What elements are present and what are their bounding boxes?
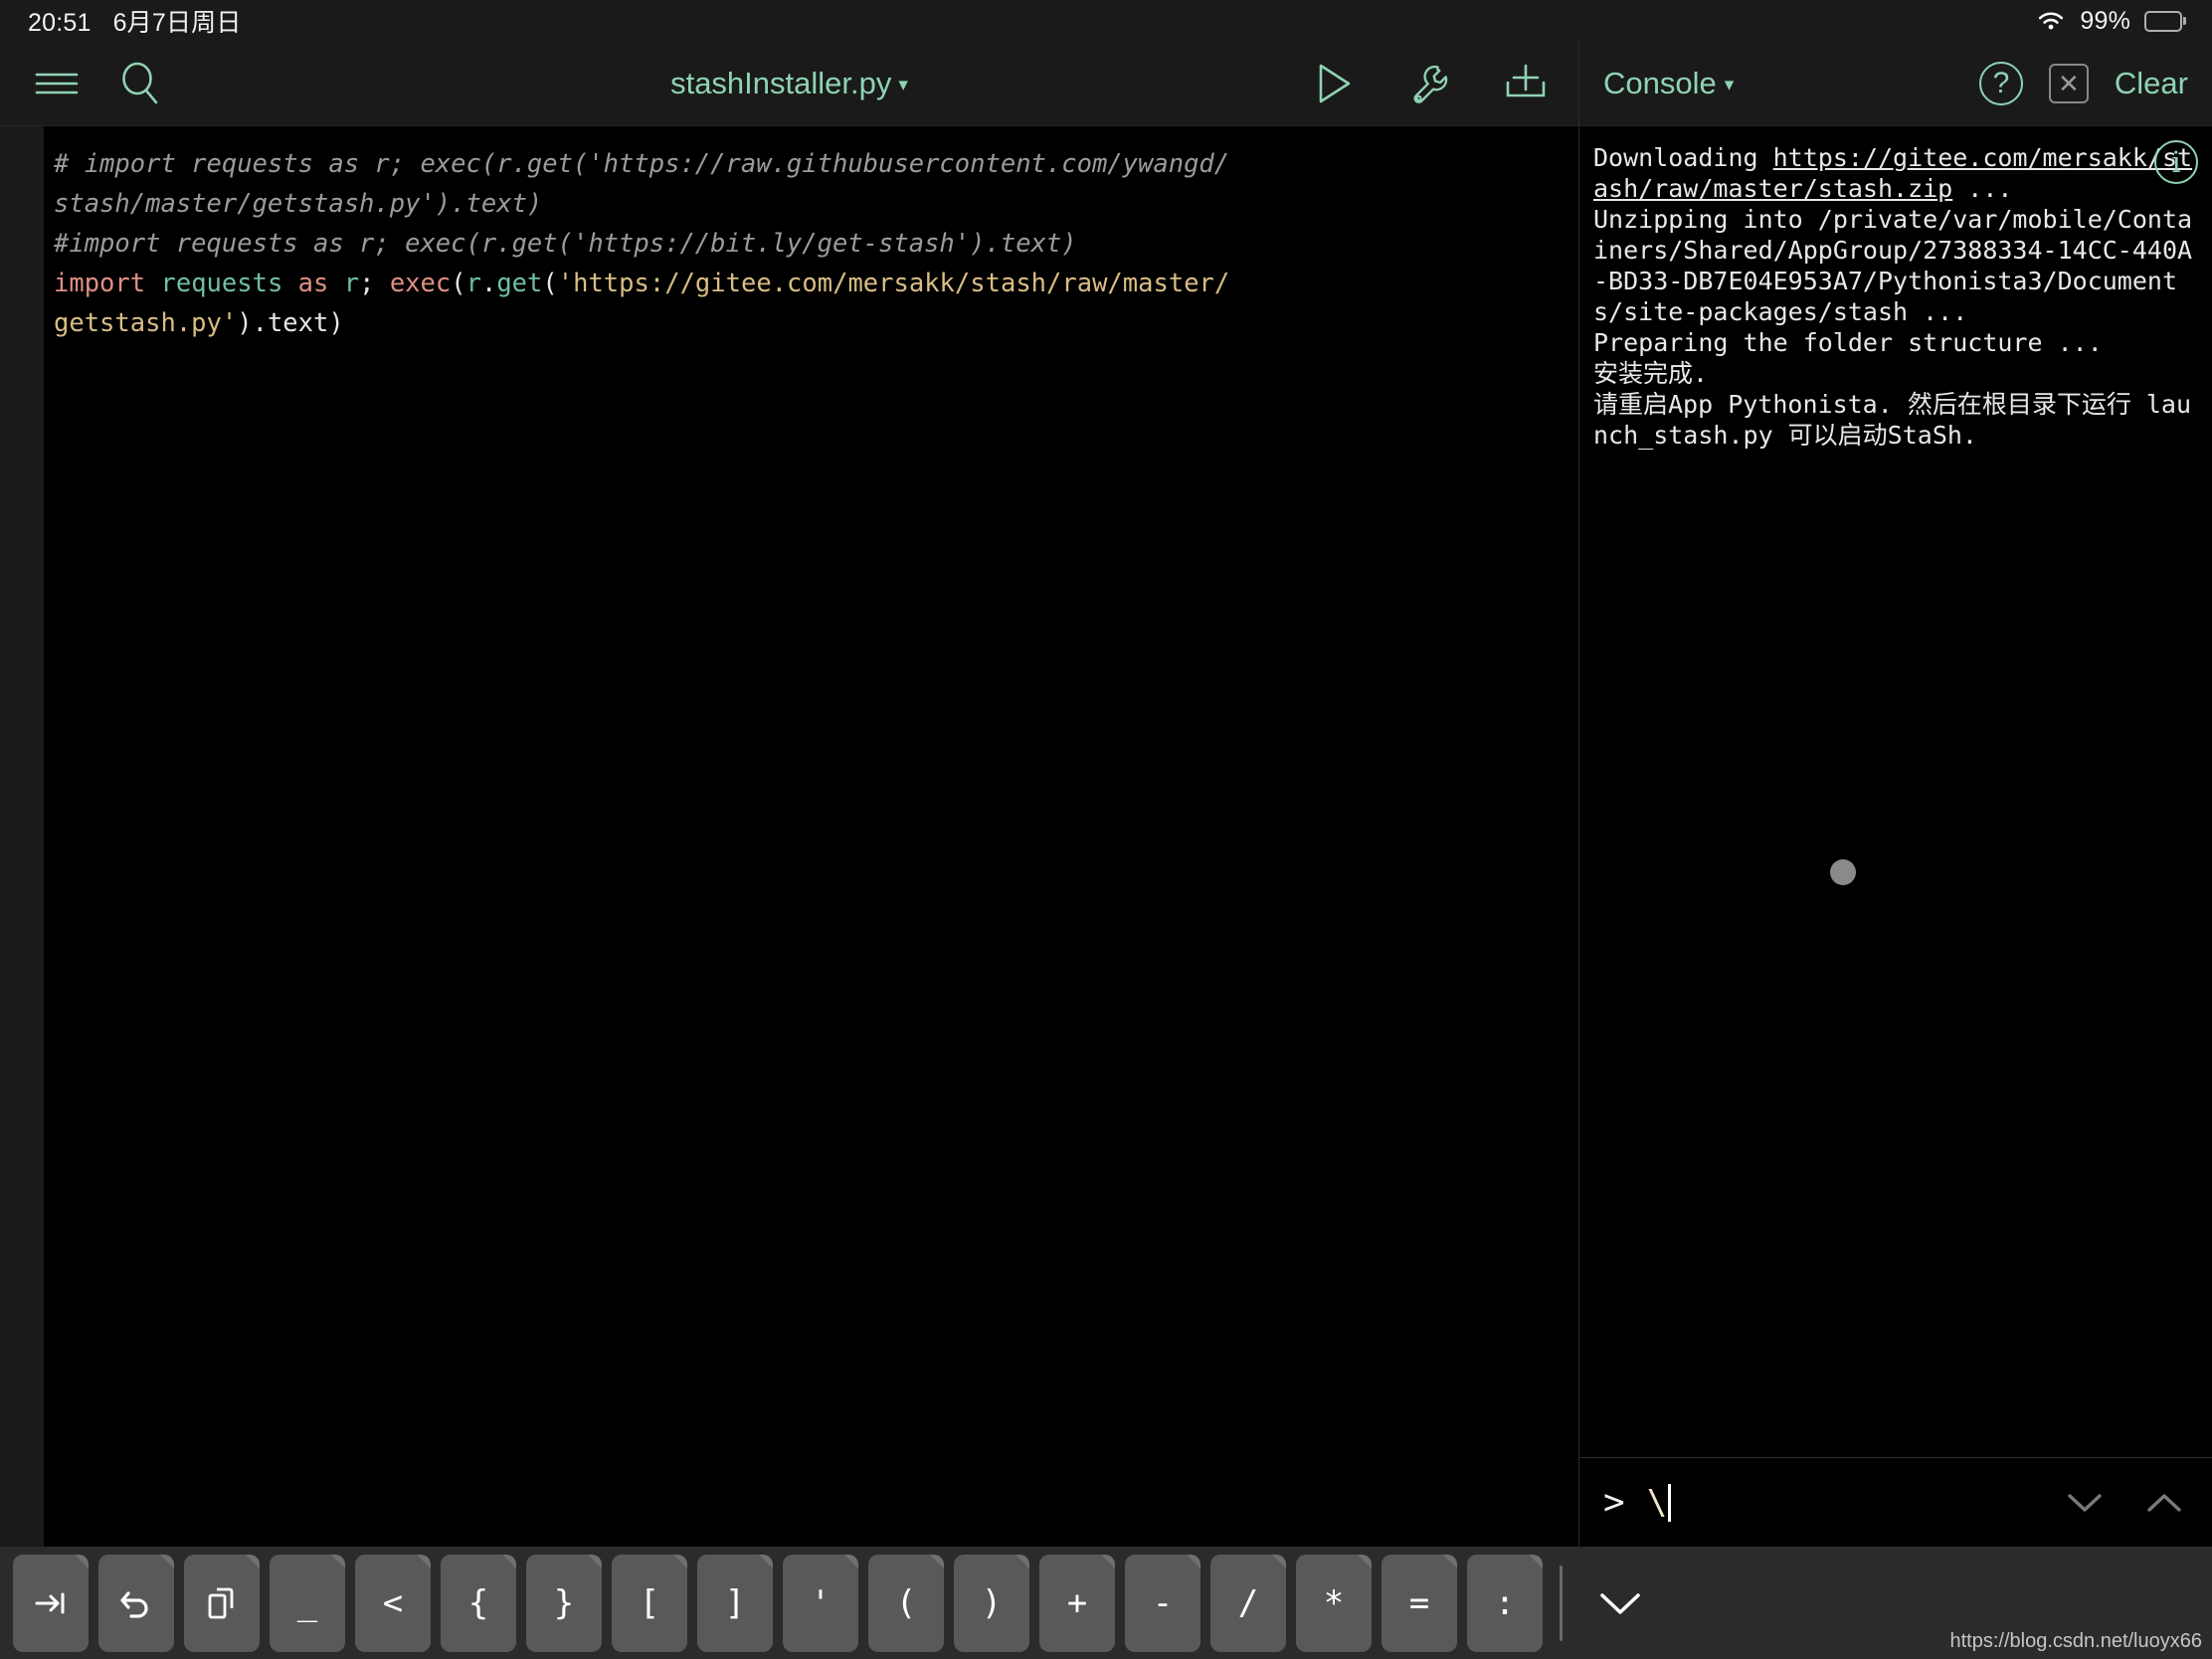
brace-close-key[interactable]: }	[526, 1554, 602, 1652]
question-mark-icon[interactable]: ?	[1978, 62, 2023, 105]
console-text: Downloading	[1593, 143, 1773, 172]
console-toolbar: Console ▾ ? ✕ Clear	[1578, 42, 2212, 125]
prompt-symbol: >	[1603, 1482, 1625, 1523]
editor-toolbar: stashInstaller.py ▾	[0, 42, 1578, 125]
code-token: exec	[389, 269, 452, 298]
underscore-key[interactable]: _	[270, 1554, 345, 1652]
console-title-label: Console	[1603, 66, 1717, 100]
pythonista-app-window: 20:51 6月7日周日 99% stashInstaller.py ▾ Con…	[0, 0, 2212, 1659]
status-bar-left: 20:51 6月7日周日	[28, 3, 242, 39]
undo-key[interactable]	[98, 1554, 174, 1652]
plus-key[interactable]: +	[1039, 1554, 1115, 1652]
text-cursor	[1668, 1483, 1672, 1522]
console-input-field[interactable]: \	[1647, 1483, 1667, 1523]
status-bar: 20:51 6月7日周日 99%	[0, 0, 2212, 42]
status-date: 6月7日周日	[112, 9, 242, 37]
code-token: #import requests as r; exec(r.get('https…	[54, 229, 1077, 259]
copy-paste-key[interactable]	[184, 1554, 260, 1652]
code-token: (	[542, 269, 558, 298]
colon-key[interactable]: :	[1467, 1554, 1543, 1652]
code-token: 'https://gitee.com/mersakk/stash/raw/mas…	[557, 269, 1230, 298]
code-token: r	[343, 269, 360, 298]
close-x-icon[interactable]: ✕	[2048, 64, 2089, 103]
code-token: (	[451, 269, 466, 298]
code-line-3: 3 #import requests as r; exec(r.get('htt…	[44, 224, 1578, 264]
status-time: 20:51	[28, 9, 92, 37]
battery-full-icon	[2144, 10, 2186, 32]
code-editor[interactable]: 1 # import requests as r; exec(r.get('ht…	[0, 125, 1578, 1547]
code-token: ).text)	[237, 308, 344, 338]
console-input-bar[interactable]: > \	[1579, 1457, 2212, 1547]
minus-key[interactable]: -	[1125, 1554, 1200, 1652]
line-number-gutter	[0, 126, 44, 1547]
console-text: ...	[1952, 174, 2013, 203]
filename-label: stashInstaller.py	[670, 66, 892, 100]
code-token: # import requests as r; exec(r.get('http…	[54, 149, 1230, 179]
add-to-tray-icon[interactable]	[1495, 53, 1557, 114]
status-bar-right: 99%	[2036, 7, 2186, 36]
bracket-close-key[interactable]: ]	[697, 1554, 773, 1652]
code-token: getstash.py'	[54, 308, 238, 338]
code-token: get	[496, 269, 543, 298]
brace-open-key[interactable]: {	[441, 1554, 516, 1652]
chevron-up-icon[interactable]	[2144, 1490, 2184, 1516]
code-line-1: 1 # import requests as r; exec(r.get('ht…	[44, 144, 1578, 184]
console-history-buttons	[2065, 1490, 2184, 1516]
keyboard-accessory-bar: _ < { } [ ] ' ( ) + - / * = : https://bl…	[0, 1547, 2212, 1659]
watermark-text: https://blog.csdn.net/luoyx66	[1949, 1630, 2203, 1652]
console-panel: Downloading https://gitee.com/mersakk/st…	[1578, 125, 2212, 1547]
wifi-icon	[2036, 10, 2066, 32]
equals-key[interactable]: =	[1382, 1554, 1457, 1652]
battery-percent: 99%	[2080, 6, 2130, 35]
console-text: Preparing the folder structure ...	[1593, 328, 2103, 357]
wrench-icon[interactable]	[1399, 53, 1461, 114]
console-toolbar-actions: ? ✕ Clear	[1978, 62, 2188, 105]
asterisk-key[interactable]: *	[1296, 1554, 1372, 1652]
console-output: Downloading https://gitee.com/mersakk/st…	[1579, 126, 2212, 1457]
quote-key[interactable]: '	[783, 1554, 858, 1652]
console-text: Unzipping into /private/var/mobile/Conta…	[1593, 205, 2193, 326]
clear-button[interactable]: Clear	[2115, 66, 2188, 101]
undo-arrow-icon	[118, 1587, 154, 1619]
toolbar-row: stashInstaller.py ▾ Console ▾ ? ✕ Clear	[0, 42, 2212, 125]
chevron-down-icon[interactable]	[2065, 1490, 2105, 1516]
code-token: as	[297, 269, 329, 298]
code-line-5: 5import requests as r; exec(r.get('https…	[44, 264, 1578, 303]
tab-arrow-icon	[34, 1590, 68, 1616]
bracket-open-key[interactable]: [	[612, 1554, 687, 1652]
search-icon[interactable]	[109, 53, 171, 114]
keyboard-dismiss-chevron-icon[interactable]	[1572, 1555, 1668, 1652]
slash-key[interactable]: /	[1210, 1554, 1286, 1652]
keyboard-bar-divider	[1560, 1565, 1563, 1641]
console-title[interactable]: Console ▾	[1603, 66, 1734, 101]
code-text-area[interactable]: 1 # import requests as r; exec(r.get('ht…	[44, 126, 1578, 1547]
tab-key[interactable]	[13, 1554, 89, 1652]
code-token: import	[54, 269, 146, 298]
code-token: r	[465, 269, 481, 298]
console-text: 安装完成.	[1593, 359, 1709, 388]
main-body: 1 # import requests as r; exec(r.get('ht…	[0, 125, 2212, 1547]
less-than-key[interactable]: <	[355, 1554, 431, 1652]
hamburger-menu-icon[interactable]	[26, 53, 88, 114]
copy-icon	[206, 1586, 238, 1620]
editor-toolbar-actions	[1304, 53, 1557, 114]
paren-open-key[interactable]: (	[868, 1554, 944, 1652]
code-token: ;	[359, 269, 390, 298]
code-line-5-wrap: ·getstash.py').text)	[44, 303, 1578, 343]
activity-dot	[1830, 859, 1856, 885]
chevron-down-icon: ▾	[1724, 75, 1735, 95]
info-circle-icon[interactable]: i	[2154, 140, 2198, 184]
console-text: 请重启App Pythonista. 然后在根目录下运行 launch_stas…	[1593, 390, 2192, 450]
code-line-1-wrap: · stash/master/getstash.py').text)	[44, 184, 1578, 224]
paren-close-key[interactable]: )	[954, 1554, 1029, 1652]
chevron-down-icon: ▾	[898, 75, 908, 95]
code-token: requests	[160, 269, 283, 298]
code-token: .	[480, 269, 497, 298]
play-run-icon[interactable]	[1304, 53, 1366, 114]
code-token: stash/master/getstash.py').text)	[54, 189, 543, 219]
